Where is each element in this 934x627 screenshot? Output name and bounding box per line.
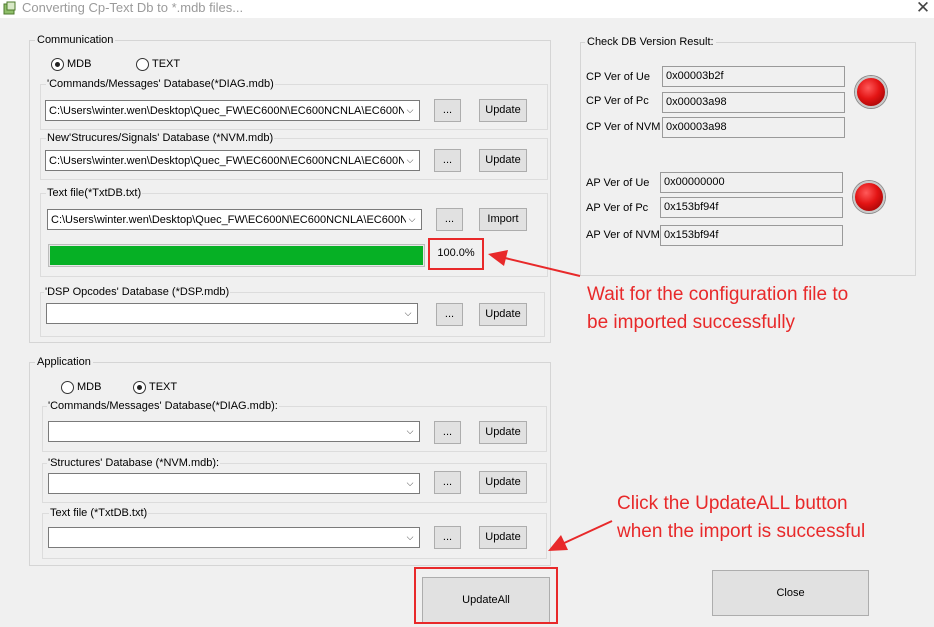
updateall-note-line1: Click the UpdateALL button xyxy=(617,493,848,514)
updateall-note-line2: when the import is successful xyxy=(617,521,866,542)
arrow-to-progress-icon xyxy=(488,250,581,277)
import-note-line2: be imported successfully xyxy=(587,312,796,333)
import-note-line1: Wait for the configuration file to xyxy=(587,284,849,305)
arrow-to-updateall-icon xyxy=(548,520,613,551)
